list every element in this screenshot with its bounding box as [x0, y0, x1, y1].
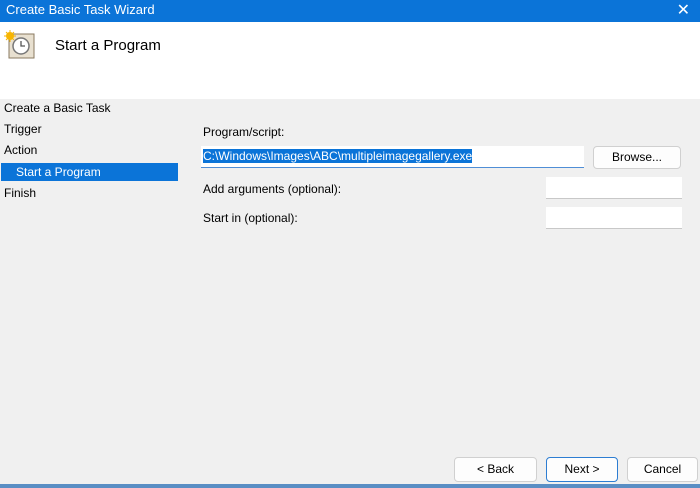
program-script-label: Program/script: [203, 125, 285, 139]
start-in-input[interactable] [546, 207, 682, 229]
start-in-label: Start in (optional): [203, 211, 298, 225]
browse-button[interactable]: Browse... [593, 146, 681, 169]
step-create-basic-task: Create a Basic Task [4, 101, 111, 115]
window-bottom-border [0, 484, 700, 488]
program-script-value: C:\Windows\Images\ABC\multipleimagegalle… [203, 149, 473, 163]
next-button[interactable]: Next > [546, 457, 618, 482]
step-start-a-program: Start a Program [1, 163, 178, 181]
program-script-input[interactable]: C:\Windows\Images\ABC\multipleimagegalle… [201, 146, 584, 168]
task-scheduler-clock-icon [4, 30, 35, 59]
step-finish: Finish [4, 186, 37, 200]
title-bar: Create Basic Task Wizard ✕ [0, 0, 700, 22]
step-action: Action [4, 143, 38, 157]
window-title: Create Basic Task Wizard [6, 2, 155, 17]
wizard-header: Start a Program [0, 22, 700, 99]
page-title: Start a Program [55, 37, 161, 54]
add-arguments-input[interactable] [546, 177, 682, 199]
step-trigger: Trigger [4, 122, 42, 136]
back-button[interactable]: < Back [454, 457, 537, 482]
close-icon[interactable]: ✕ [677, 0, 690, 22]
cancel-button[interactable]: Cancel [627, 457, 698, 482]
add-arguments-label: Add arguments (optional): [203, 182, 342, 196]
